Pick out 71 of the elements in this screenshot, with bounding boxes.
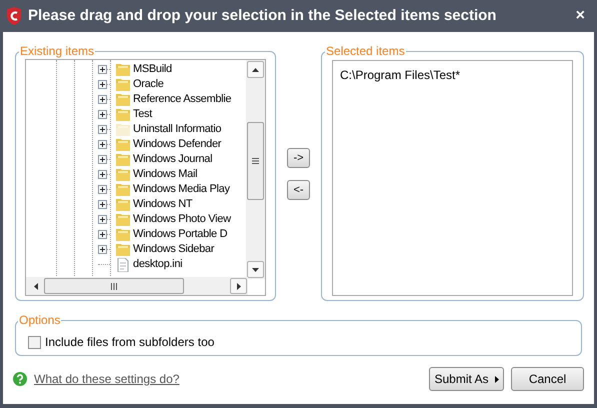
expand-icon[interactable] — [98, 245, 107, 254]
down-arrow-icon — [252, 268, 259, 272]
folder-icon — [115, 168, 131, 182]
expand-icon[interactable] — [98, 95, 107, 104]
folder-icon — [115, 122, 131, 136]
help-icon — [13, 372, 27, 386]
group-legend: Options — [18, 311, 62, 329]
scroll-down-button[interactable] — [247, 261, 264, 278]
selected-item[interactable]: C:\Program Files\Test* — [340, 66, 565, 84]
folder-icon — [115, 182, 131, 196]
selected-items-list[interactable]: C:\Program Files\Test* — [332, 60, 573, 296]
tree-item[interactable]: MSBuild — [133, 61, 172, 78]
help-link[interactable]: What do these settings do? — [34, 370, 429, 388]
grip-icon — [111, 282, 117, 290]
tree-item[interactable]: Oracle — [133, 76, 164, 93]
tree-item[interactable]: Windows Portable D — [133, 226, 228, 243]
expand-icon[interactable] — [98, 200, 107, 209]
expand-icon[interactable] — [98, 80, 107, 89]
folder-icon — [115, 138, 131, 152]
tree-item[interactable]: Windows Sidebar — [133, 241, 214, 258]
expand-icon[interactable] — [98, 215, 107, 224]
cancel-button[interactable]: Cancel — [511, 367, 584, 391]
folder-icon — [115, 62, 131, 76]
folder-icon — [115, 78, 131, 92]
tree-item[interactable]: Windows NT — [133, 196, 192, 213]
remove-button[interactable]: <- — [287, 180, 310, 200]
tree-item[interactable]: Reference Assemblie — [133, 91, 232, 108]
vertical-scrollbar[interactable] — [246, 60, 265, 279]
tree-item[interactable]: desktop.ini — [133, 256, 182, 273]
tree-item[interactable]: Windows Media Play — [133, 181, 230, 198]
window-title: Please drag and drop your selection in the Selected items section — [28, 6, 498, 26]
expand-icon[interactable] — [98, 140, 107, 149]
close-button[interactable]: × — [570, 8, 591, 24]
folder-icon — [115, 152, 131, 166]
group-legend: Selected items — [325, 42, 406, 60]
submit-as-button[interactable]: Submit As — [429, 367, 504, 391]
scroll-thumb[interactable] — [247, 122, 264, 200]
up-arrow-icon — [252, 68, 259, 72]
tree-item[interactable]: Windows Mail — [133, 166, 198, 183]
tree-item[interactable]: Windows Photo View — [133, 211, 231, 228]
checkbox-label: Include files from subfolders too — [45, 334, 214, 351]
scroll-up-button[interactable] — [247, 61, 264, 78]
tree-item[interactable]: Windows Journal — [133, 151, 212, 168]
expand-icon[interactable] — [98, 110, 107, 119]
tree-item[interactable]: Test — [133, 106, 152, 123]
horizontal-scrollbar[interactable] — [26, 277, 248, 295]
scroll-right-button[interactable] — [230, 278, 247, 294]
right-arrow-icon — [236, 282, 240, 290]
expand-icon[interactable] — [98, 65, 107, 74]
left-arrow-icon — [34, 282, 38, 290]
shield-logo-icon — [6, 7, 22, 25]
folder-icon — [115, 108, 131, 122]
grip-icon — [252, 158, 259, 164]
expand-icon[interactable] — [98, 155, 107, 164]
caret-icon — [494, 376, 499, 382]
folder-icon — [115, 242, 131, 256]
expand-icon[interactable] — [98, 125, 107, 134]
expand-icon[interactable] — [98, 230, 107, 239]
add-button[interactable]: -> — [287, 148, 310, 168]
file-icon — [115, 258, 131, 272]
scroll-thumb[interactable] — [44, 278, 184, 294]
folder-icon — [115, 92, 131, 106]
folder-icon — [115, 212, 131, 226]
tree-item[interactable]: Uninstall Informatio — [133, 121, 222, 138]
folder-icon — [115, 228, 131, 242]
folder-icon — [115, 198, 131, 212]
checkbox[interactable] — [28, 336, 41, 348]
tree-item[interactable]: Windows Defender — [133, 136, 222, 153]
group-legend: Existing items — [19, 42, 96, 60]
expand-icon[interactable] — [98, 185, 107, 194]
expand-icon[interactable] — [98, 170, 107, 179]
